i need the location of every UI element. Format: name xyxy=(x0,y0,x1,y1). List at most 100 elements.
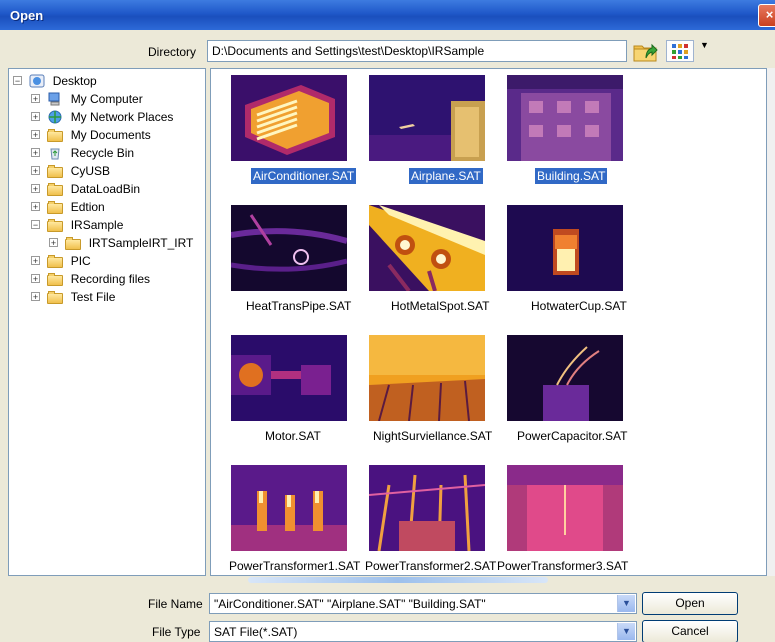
file-item-powertransformer1[interactable]: PowerTransformer1.SAT xyxy=(223,465,360,573)
thermal-thumbnail xyxy=(369,205,485,291)
recycle-bin-icon xyxy=(50,148,60,160)
directory-field[interactable]: D:\Documents and Settings\test\Desktop\I… xyxy=(207,40,627,62)
file-name-label: HeatTransPipe.SAT xyxy=(246,299,352,313)
thermal-thumbnail xyxy=(507,335,623,421)
tree-item-edtion[interactable]: + Edtion xyxy=(31,197,105,215)
folder-icon xyxy=(47,254,64,268)
expand-icon[interactable]: + xyxy=(31,166,40,176)
chevron-down-icon[interactable]: ▼ xyxy=(617,623,635,640)
tree-item-label: DataLoadBin xyxy=(70,181,141,196)
directory-label: Directory xyxy=(148,45,197,59)
expand-icon[interactable]: + xyxy=(31,148,40,158)
expand-icon[interactable]: + xyxy=(31,184,40,194)
expand-icon[interactable]: + xyxy=(31,292,40,302)
expand-icon[interactable]: + xyxy=(31,112,40,122)
folder-icon xyxy=(47,182,64,196)
tree-item-label: Edtion xyxy=(70,199,105,214)
folder-icon xyxy=(47,272,64,286)
collapse-icon[interactable]: − xyxy=(31,220,40,230)
thermal-thumbnail xyxy=(507,75,623,161)
file-item-heattranspipe[interactable]: HeatTransPipe.SAT xyxy=(223,205,351,313)
file-name-label: AirConditioner.SAT xyxy=(251,168,357,184)
tree-item-irtsampleirt-irt[interactable]: + IRTSampleIRT_IRT xyxy=(49,233,193,251)
file-item-motor[interactable]: Motor.SAT xyxy=(223,335,351,443)
folder-icon xyxy=(65,236,82,250)
file-name-label: Airplane.SAT xyxy=(409,168,483,184)
file-name-label: NightSurviellance.SAT xyxy=(373,429,493,443)
expand-icon[interactable]: + xyxy=(31,256,40,266)
tree-item-dataloadbin[interactable]: + DataLoadBin xyxy=(31,179,140,197)
close-button[interactable]: × xyxy=(758,4,775,27)
file-thumbnail-grid[interactable]: AirConditioner.SAT Airplane.SAT Building… xyxy=(210,68,767,576)
tree-item-recycle-bin[interactable]: + Recycle Bin xyxy=(31,143,134,161)
collapse-icon[interactable]: − xyxy=(13,76,22,86)
window-title: Open xyxy=(10,8,44,23)
file-item-building[interactable]: Building.SAT xyxy=(499,75,627,184)
file-type-value: SAT File(*.SAT) xyxy=(214,625,298,639)
folder-tree[interactable]: − Desktop + My Computer + My Network Pla… xyxy=(8,68,206,576)
tree-item-desktop[interactable]: − Desktop xyxy=(13,71,97,89)
tree-item-my-network-places[interactable]: + My Network Places xyxy=(31,107,173,125)
tree-item-label: Test File xyxy=(70,289,116,304)
cancel-button[interactable]: Cancel xyxy=(642,620,738,642)
file-name-combobox[interactable]: "AirConditioner.SAT" "Airplane.SAT" "Bui… xyxy=(209,593,637,614)
expand-icon[interactable]: + xyxy=(31,274,40,284)
open-button[interactable]: Open xyxy=(642,592,738,615)
expand-icon[interactable]: + xyxy=(31,202,40,212)
close-icon: × xyxy=(765,7,774,22)
tree-item-label: CyUSB xyxy=(70,163,111,178)
tree-item-my-computer[interactable]: + My Computer xyxy=(31,89,143,107)
file-item-powertransformer3[interactable]: PowerTransformer3.SAT xyxy=(497,465,628,573)
up-folder-button[interactable] xyxy=(632,38,660,64)
thermal-thumbnail xyxy=(231,205,347,291)
file-item-powertransformer2[interactable]: PowerTransformer2.SAT xyxy=(361,465,496,573)
vertical-scrollbar[interactable] xyxy=(767,68,775,576)
tree-item-my-documents[interactable]: + My Documents xyxy=(31,125,151,143)
thermal-thumbnail xyxy=(507,465,623,551)
folder-open-icon xyxy=(47,218,64,232)
file-item-airplane[interactable]: Airplane.SAT xyxy=(361,75,489,184)
expand-icon[interactable]: + xyxy=(31,94,40,104)
tree-item-label: IRTSampleIRT_IRT xyxy=(88,235,194,250)
file-type-select[interactable]: SAT File(*.SAT) ▼ xyxy=(209,621,637,642)
chevron-down-icon[interactable]: ▼ xyxy=(617,595,635,612)
thermal-thumbnail xyxy=(369,465,485,551)
desktop-icon xyxy=(29,74,45,88)
file-item-airconditioner[interactable]: AirConditioner.SAT xyxy=(223,75,357,184)
file-name-label: PowerTransformer3.SAT xyxy=(497,559,629,573)
thermal-thumbnail xyxy=(507,205,623,291)
thermal-thumbnail xyxy=(231,75,347,161)
file-name-label: HotMetalSpot.SAT xyxy=(391,299,490,313)
tree-item-label: IRSample xyxy=(70,217,124,232)
file-name-label: Motor.SAT xyxy=(265,429,321,443)
open-dialog: Open × Directory D:\Documents and Settin… xyxy=(0,0,775,642)
folder-up-icon xyxy=(633,43,658,62)
tree-item-cyusb[interactable]: + CyUSB xyxy=(31,161,110,179)
folder-icon xyxy=(47,200,64,214)
file-item-hotmetalspot[interactable]: HotMetalSpot.SAT xyxy=(361,205,489,313)
tree-item-test-file[interactable]: + Test File xyxy=(31,287,115,305)
expand-icon[interactable]: + xyxy=(49,238,58,248)
thermal-thumbnail xyxy=(369,335,485,421)
splitter-handle[interactable] xyxy=(248,577,548,583)
tree-item-pic[interactable]: + PIC xyxy=(31,251,91,269)
expand-icon[interactable]: + xyxy=(31,130,40,140)
file-item-hotwatercup[interactable]: HotwaterCup.SAT xyxy=(499,205,627,313)
view-dropdown-arrow-icon[interactable]: ▼ xyxy=(700,40,709,50)
tree-item-label: My Documents xyxy=(70,127,151,142)
tree-item-label: My Computer xyxy=(70,91,143,106)
title-bar[interactable]: Open × xyxy=(0,0,775,30)
tree-item-label: PIC xyxy=(70,253,91,268)
tree-item-irsample[interactable]: − IRSample xyxy=(31,215,123,233)
tree-item-label: My Network Places xyxy=(70,109,174,124)
view-menu-button[interactable] xyxy=(666,40,694,62)
tree-item-recording-files[interactable]: + Recording files xyxy=(31,269,150,287)
file-item-nightsurviellance[interactable]: NightSurviellance.SAT xyxy=(361,335,492,443)
thermal-thumbnail xyxy=(231,465,347,551)
network-icon xyxy=(48,110,62,124)
thermal-thumbnail xyxy=(231,335,347,421)
tree-item-label: Recycle Bin xyxy=(70,145,135,160)
file-item-powercapacitor[interactable]: PowerCapacitor.SAT xyxy=(499,335,628,443)
file-name-label: HotwaterCup.SAT xyxy=(531,299,627,313)
thermal-thumbnail xyxy=(369,75,485,161)
